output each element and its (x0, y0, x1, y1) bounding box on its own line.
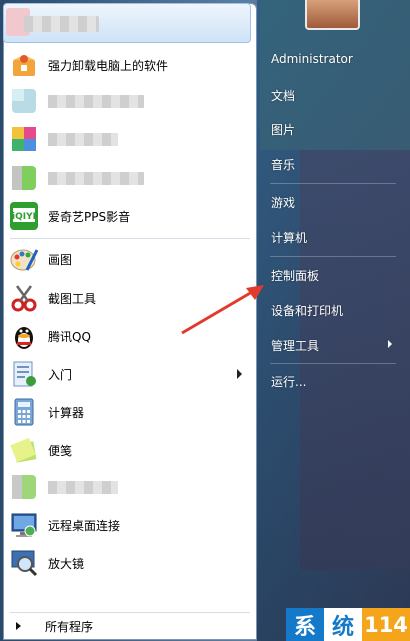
label: 画图 (48, 252, 73, 267)
blurred-label (48, 132, 118, 146)
label: 放大镜 (48, 556, 85, 571)
magnifier-icon (8, 547, 40, 579)
right-item-control-panel[interactable]: 控制面板 (268, 264, 404, 286)
start-menu: 强力卸载电脑上的软件 iQIYI 爱奇艺PPS影音 画图 截图工具 腾讯QQ 入… (0, 0, 410, 641)
separator (10, 612, 250, 613)
sticky-notes[interactable]: 便笺 (4, 432, 250, 468)
watermark-char-3: 114 (362, 608, 410, 641)
paint-palette-icon (8, 243, 40, 275)
uninstall-box-icon (8, 49, 40, 81)
label: 截图工具 (48, 291, 97, 306)
right-item-devices-printers[interactable]: 设备和打印机 (268, 299, 404, 321)
label: 远程桌面连接 (48, 518, 121, 533)
blurred-program-3[interactable] (4, 160, 250, 196)
watermark-char-1: 系 (286, 608, 324, 641)
snipping-tool[interactable]: 截图工具 (4, 280, 250, 316)
blurred-icon (8, 471, 40, 503)
blurred-user-label (24, 16, 99, 32)
label: 便笺 (48, 443, 73, 458)
search-or-user-bar[interactable] (3, 3, 251, 43)
watermark-logo: 系 统 114 (286, 608, 410, 641)
calculator[interactable]: 计算器 (4, 394, 250, 430)
right-item-documents[interactable]: 文档 (268, 84, 404, 106)
submenu-arrow-icon (237, 369, 242, 379)
separator (270, 183, 396, 184)
right-item-games[interactable]: 游戏 (268, 191, 404, 213)
right-item-admin-tools[interactable]: 管理工具 (268, 334, 404, 356)
svg-text:iQIYI: iQIYI (12, 212, 36, 222)
program-uninstaller[interactable]: 强力卸载电脑上的软件 (4, 47, 250, 83)
blurred-icon (8, 123, 40, 155)
remote-desktop[interactable]: 远程桌面连接 (4, 507, 250, 543)
blurred-icon (8, 162, 40, 194)
watermark-char-2: 统 (324, 608, 362, 641)
label: 强力卸载电脑上的软件 (48, 58, 169, 73)
calculator-icon (8, 396, 40, 428)
blurred-program-1[interactable] (4, 83, 250, 119)
getting-started[interactable]: 入门 (4, 356, 250, 392)
right-item-run[interactable]: 运行... (268, 370, 404, 392)
getting-started-icon (8, 358, 40, 390)
label: 计算器 (48, 405, 85, 420)
qq-penguin-icon (8, 320, 40, 352)
all-programs-label: 所有程序 (45, 619, 94, 634)
separator (270, 256, 396, 257)
tencent-qq[interactable]: 腾讯QQ (4, 318, 250, 354)
magnifier[interactable]: 放大镜 (4, 545, 250, 581)
separator (270, 363, 396, 364)
blurred-label (48, 171, 144, 185)
right-item-administrator[interactable]: Administrator (268, 48, 404, 70)
separator (10, 238, 250, 239)
sticky-note-icon (8, 434, 40, 466)
right-item-computer[interactable]: 计算机 (268, 226, 404, 248)
blurred-icon (8, 85, 40, 117)
scissors-icon (8, 282, 40, 314)
blurred-program-4[interactable] (4, 469, 250, 505)
paint[interactable]: 画图 (4, 241, 250, 277)
label: 爱奇艺PPS影音 (48, 209, 131, 224)
all-programs-button[interactable]: 所有程序 (4, 614, 250, 638)
blurred-program-2[interactable] (4, 121, 250, 157)
iqiyi-icon: iQIYI (8, 200, 40, 232)
label: 入门 (48, 367, 73, 382)
right-item-music[interactable]: 音乐 (268, 153, 404, 175)
right-item-pictures[interactable]: 图片 (268, 118, 404, 140)
blurred-label (48, 480, 118, 494)
iqiyi[interactable]: iQIYI 爱奇艺PPS影音 (4, 198, 250, 234)
arrow-right-icon (16, 622, 21, 630)
blurred-label (48, 94, 144, 108)
remote-desktop-icon (8, 509, 40, 541)
user-picture[interactable] (305, 0, 360, 30)
label: 腾讯QQ (48, 329, 91, 344)
